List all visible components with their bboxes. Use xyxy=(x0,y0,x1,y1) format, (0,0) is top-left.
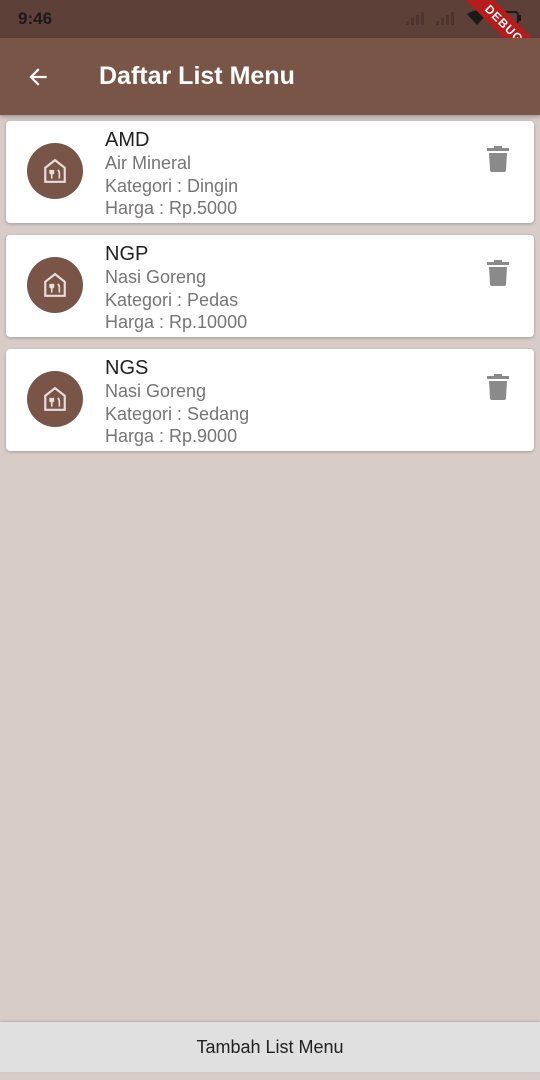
avatar xyxy=(27,143,83,199)
signal-icon xyxy=(406,12,424,25)
menu-code: NGP xyxy=(105,243,149,265)
menu-card[interactable]: AMD Air Mineral Kategori : Dingin Harga … xyxy=(6,121,534,223)
restaurant-icon xyxy=(44,386,66,411)
menu-name: Nasi Goreng xyxy=(105,267,207,287)
add-menu-button[interactable]: Tambah List Menu xyxy=(0,1022,540,1072)
menu-price: Harga : Rp.9000 xyxy=(105,426,238,446)
app-bar: Daftar List Menu xyxy=(0,38,540,115)
menu-name: Air Mineral xyxy=(105,153,192,173)
back-button[interactable] xyxy=(0,38,76,115)
menu-price: Harga : Rp.5000 xyxy=(105,198,238,218)
menu-category: Kategori : Sedang xyxy=(105,403,250,424)
trash-icon xyxy=(487,146,509,172)
menu-category: Kategori : Pedas xyxy=(105,289,239,310)
delete-button[interactable] xyxy=(486,145,510,173)
delete-button[interactable] xyxy=(486,259,510,287)
signal-icon-2 xyxy=(436,12,454,25)
menu-name: Nasi Goreng xyxy=(105,381,207,401)
page-title: Daftar List Menu xyxy=(99,62,295,90)
status-time: 9:46 xyxy=(18,9,53,28)
menu-code: AMD xyxy=(105,129,150,151)
menu-card[interactable]: NGS Nasi Goreng Kategori : Sedang Harga … xyxy=(6,349,534,451)
avatar xyxy=(27,257,83,313)
arrow-back-icon xyxy=(29,67,47,86)
menu-price: Harga : Rp.10000 xyxy=(105,312,248,332)
menu-texts: NGP Nasi Goreng Kategori : Pedas Harga :… xyxy=(105,242,247,334)
menu-code: NGS xyxy=(105,357,149,379)
menu-card[interactable]: NGP Nasi Goreng Kategori : Pedas Harga :… xyxy=(6,235,534,337)
menu-texts: AMD Air Mineral Kategori : Dingin Harga … xyxy=(105,128,238,220)
status-bar: 9:46 DEBUG xyxy=(0,0,540,81)
delete-button[interactable] xyxy=(486,373,510,401)
restaurant-icon xyxy=(44,158,66,183)
menu-category: Kategori : Dingin xyxy=(105,175,239,196)
trash-icon xyxy=(487,260,509,286)
menu-texts: NGS Nasi Goreng Kategori : Sedang Harga … xyxy=(105,356,249,448)
avatar xyxy=(27,371,83,427)
trash-icon xyxy=(487,374,509,400)
restaurant-icon xyxy=(44,272,66,297)
menu-list: AMD Air Mineral Kategori : Dingin Harga … xyxy=(6,121,534,463)
